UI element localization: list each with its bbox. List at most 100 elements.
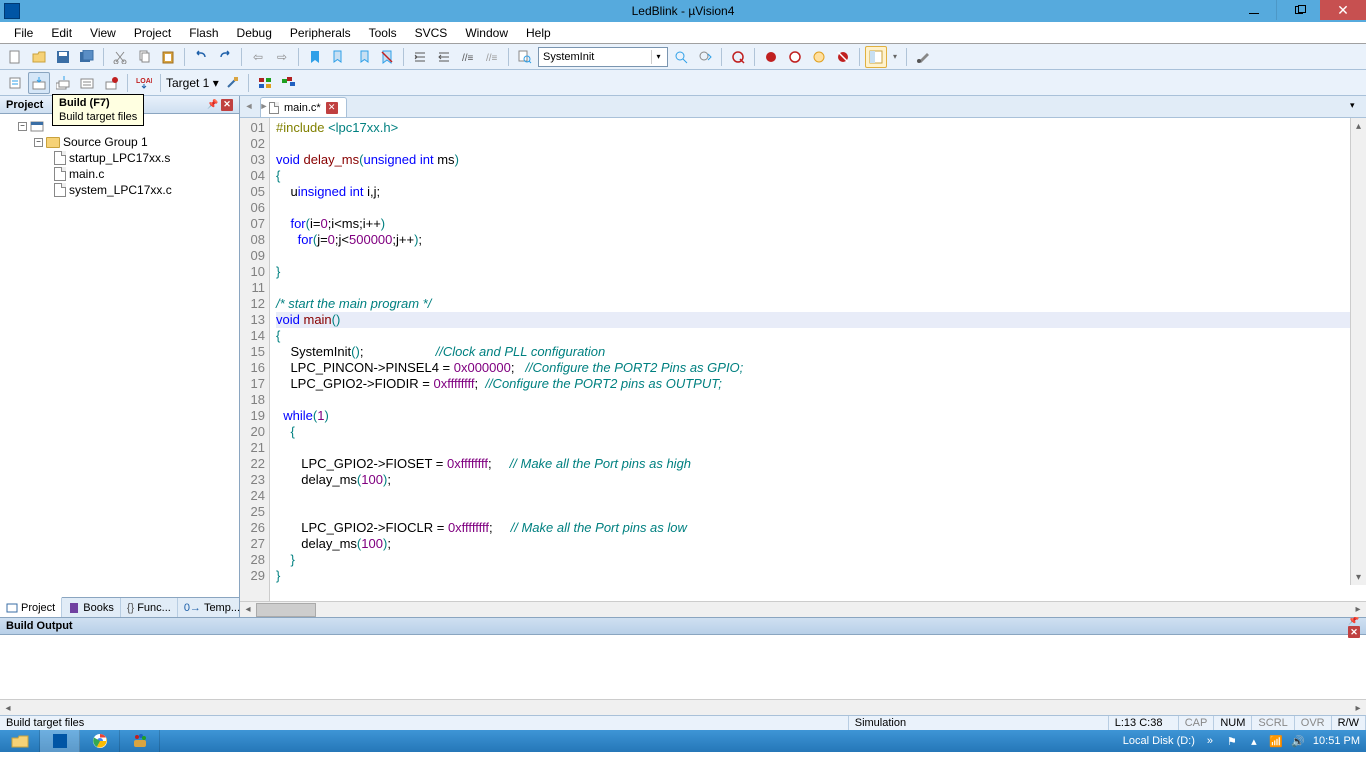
manage-project-button[interactable] [254,72,276,94]
editor-tab[interactable]: main.c* ✕ [260,97,347,117]
menu-window[interactable]: Window [457,23,516,43]
scroll-right-icon[interactable]: ▸ [1350,602,1366,618]
kill-breakpoints-button[interactable] [832,46,854,68]
rebuild-button[interactable] [52,72,74,94]
menu-svcs[interactable]: SVCS [407,23,456,43]
scroll-left-icon[interactable]: ◂ [240,602,256,618]
open-file-button[interactable] [28,46,50,68]
scroll-thumb[interactable] [256,603,316,617]
comment-button[interactable]: //≡ [457,46,479,68]
scroll-right-icon[interactable]: ▸ [1350,700,1366,716]
manage-multi-project-button[interactable] [278,72,300,94]
scroll-down-icon[interactable]: ▾ [1351,569,1366,585]
scroll-track[interactable] [16,700,1350,715]
nav-forward-button[interactable]: ⇨ [271,46,293,68]
panel-close-button[interactable]: ✕ [221,99,233,111]
scroll-up-icon[interactable]: ▴ [1351,118,1366,134]
menu-project[interactable]: Project [126,23,179,43]
taskbar-uvision[interactable] [40,730,80,752]
target-combo[interactable]: Target 1 ▾ [166,76,219,90]
menu-debug[interactable]: Debug [229,23,280,43]
redo-button[interactable] [214,46,236,68]
undo-button[interactable] [190,46,212,68]
tray-network-icon[interactable]: 📶 [1269,734,1283,748]
bookmark-next-button[interactable] [352,46,374,68]
tree-file[interactable]: main.c [2,166,237,182]
taskbar-chrome[interactable] [80,730,120,752]
editor-tab-prev[interactable]: ◄ [242,99,256,113]
menu-peripherals[interactable]: Peripherals [282,23,359,43]
copy-button[interactable] [133,46,155,68]
tab-project[interactable]: Project [0,597,62,617]
tree-file-label: main.c [69,167,104,181]
tab-books[interactable]: Books [62,598,121,617]
window-layout-dropdown[interactable]: ▾ [889,46,901,68]
panel-close-button[interactable]: ✕ [1348,626,1360,638]
find-in-files-button[interactable] [514,46,536,68]
download-button[interactable]: LOAD [133,72,155,94]
bookmark-clear-button[interactable] [376,46,398,68]
tree-toggle-icon[interactable]: − [34,138,43,147]
tray-volume-icon[interactable]: 🔊 [1291,734,1305,748]
code-content[interactable]: #include <lpc17xx.h> void delay_ms(unsig… [270,118,1366,601]
batch-build-button[interactable] [76,72,98,94]
build-output-scrollbar[interactable]: ◂ ▸ [0,699,1366,715]
tree-group[interactable]: − Source Group 1 [2,134,237,150]
menu-tools[interactable]: Tools [361,23,405,43]
uncomment-button[interactable]: //≡ [481,46,503,68]
paste-button[interactable] [157,46,179,68]
tray-action-center-icon[interactable]: ⚑ [1225,734,1239,748]
tray-chevron-icon[interactable]: » [1203,734,1217,748]
target-options-button[interactable] [221,72,243,94]
save-button[interactable] [52,46,74,68]
editor-tab-close[interactable]: ✕ [326,102,338,114]
stop-build-button[interactable] [100,72,122,94]
enable-breakpoint-button[interactable] [784,46,806,68]
disable-breakpoint-button[interactable] [808,46,830,68]
tree-toggle-icon[interactable]: − [18,122,27,131]
maximize-button[interactable] [1276,0,1320,20]
menu-view[interactable]: View [82,23,124,43]
vertical-scrollbar[interactable]: ▴ ▾ [1350,118,1366,585]
build-button[interactable] [28,72,50,94]
tree-file[interactable]: system_LPC17xx.c [2,182,237,198]
scroll-left-icon[interactable]: ◂ [0,700,16,716]
nav-back-button[interactable]: ⇦ [247,46,269,68]
build-output[interactable] [0,635,1366,699]
bookmark-toggle-button[interactable] [304,46,326,68]
menu-help[interactable]: Help [518,23,559,43]
code-editor[interactable]: 0102030405060708091011121314151617181920… [240,118,1366,601]
project-tree[interactable]: Build (F7) Build target files − − Source… [0,114,239,597]
window-layout-button[interactable] [865,46,887,68]
tray-disk-label[interactable]: Local Disk (D:) [1123,735,1195,747]
unindent-button[interactable] [433,46,455,68]
menu-flash[interactable]: Flash [181,23,226,43]
find-next-button[interactable] [670,46,692,68]
menu-file[interactable]: File [6,23,41,43]
new-file-button[interactable] [4,46,26,68]
minimize-button[interactable] [1232,0,1276,20]
scroll-track[interactable] [1351,134,1366,569]
tab-templates[interactable]: 0→Temp... [178,598,247,617]
save-all-button[interactable] [76,46,98,68]
configure-button[interactable] [912,46,934,68]
tab-functions[interactable]: {}Func... [121,598,178,617]
find-combo[interactable]: SystemInit ▾ [538,47,668,67]
horizontal-scrollbar[interactable]: ◂ ▸ [240,601,1366,617]
menu-edit[interactable]: Edit [43,23,80,43]
insert-breakpoint-button[interactable] [760,46,782,68]
incremental-find-button[interactable] [694,46,716,68]
translate-button[interactable] [4,72,26,94]
tree-file[interactable]: startup_LPC17xx.s [2,150,237,166]
pin-icon[interactable]: 📌 [207,99,219,111]
bookmark-prev-button[interactable] [328,46,350,68]
debug-button[interactable] [727,46,749,68]
close-button[interactable]: ✕ [1320,0,1366,20]
taskbar-paint[interactable] [120,730,160,752]
tray-clock[interactable]: 10:51 PM [1313,735,1360,747]
indent-button[interactable] [409,46,431,68]
cut-button[interactable] [109,46,131,68]
taskbar-explorer[interactable] [0,730,40,752]
tray-up-icon[interactable]: ▴ [1247,734,1261,748]
editor-tab-list-dropdown[interactable]: ▾ [1350,100,1362,112]
